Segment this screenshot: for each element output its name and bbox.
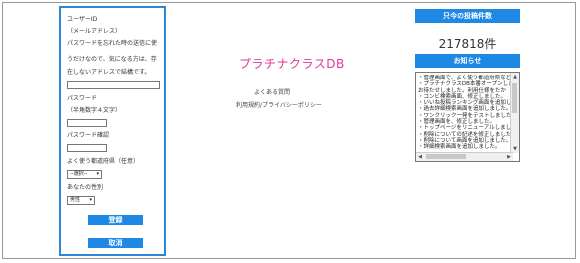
notice-header: お知らせ xyxy=(415,54,520,68)
prefecture-label: よく使う都道府県（任意） xyxy=(67,158,140,165)
post-count-value: 217818件 xyxy=(438,37,497,51)
password-confirm-label: パスワード確認 xyxy=(67,132,110,139)
notice-list: ・管理画面で、よく使う都道府県などを ・プラチナクラスDB本番オープンしまし お待た… xyxy=(418,75,510,151)
scroll-up-icon[interactable]: ▲ xyxy=(511,73,519,81)
notice-textarea[interactable]: ・管理画面で、よく使う都道府県などを ・プラチナクラスDB本番オープンしまし お待た… xyxy=(415,72,520,162)
prefecture-select[interactable]: --選択-- ▾ xyxy=(67,170,102,179)
email-field[interactable] xyxy=(67,81,160,89)
gender-selected-value: 男性 xyxy=(70,197,81,203)
scroll-thumb[interactable] xyxy=(512,83,517,113)
site-logo[interactable]: プラチナクラスDB xyxy=(239,55,345,72)
cancel-button[interactable]: 取消 xyxy=(88,238,143,248)
notice-item: ・トップページをリニューアルしました xyxy=(418,125,510,132)
scroll-right-icon[interactable]: ▶ xyxy=(505,153,513,161)
registration-panel: ユーザーID （メールアドレス） パスワードを忘れた時の送信に使 うだけなので、… xyxy=(59,6,166,256)
horizontal-scrollbar[interactable]: ◀ ▶ xyxy=(416,152,513,161)
chevron-down-icon: ▾ xyxy=(89,197,92,203)
prefecture-selected-value: --選択-- xyxy=(70,171,88,177)
notice-item: お待たせしました。利用仕様をたか xyxy=(418,87,507,94)
scroll-left-icon[interactable]: ◀ xyxy=(416,153,424,161)
terms-privacy-link[interactable]: 利用規約/プライバシーポリシー xyxy=(236,100,322,109)
email-hint: （メールアドレス） xyxy=(67,28,122,35)
email-note-line3: 在しないアドレスで結構です。 xyxy=(67,69,151,76)
password-label: パスワード xyxy=(67,95,98,102)
chevron-down-icon: ▾ xyxy=(96,171,99,177)
notice-item: ・プラチナクラスDB本番オープンしまし xyxy=(418,81,510,88)
gender-label: あなたの性別 xyxy=(67,184,104,191)
user-id-label: ユーザーID xyxy=(67,16,98,23)
password-field[interactable] xyxy=(67,119,107,127)
email-note-line2: うだけなので、気になる方は、存 xyxy=(67,56,157,63)
password-hint: （半角数字４文字） xyxy=(67,107,122,114)
email-note-line1: パスワードを忘れた時の送信に使 xyxy=(67,40,158,47)
scroll-thumb-horizontal[interactable] xyxy=(426,154,466,159)
password-confirm-field[interactable] xyxy=(67,144,107,152)
gender-select[interactable]: 男性 ▾ xyxy=(67,196,95,205)
faq-link[interactable]: よくある質問 xyxy=(254,87,290,96)
post-count-header: 只今の投稿件数 xyxy=(415,9,520,23)
vertical-scrollbar[interactable]: ▲ ▼ xyxy=(510,73,519,153)
notice-item: ・詳細検索画面を追加しました。 xyxy=(418,144,501,151)
notice-item: ・過去詳細検索画面を追加しました。 xyxy=(418,106,510,113)
register-button[interactable]: 登録 xyxy=(88,215,143,225)
